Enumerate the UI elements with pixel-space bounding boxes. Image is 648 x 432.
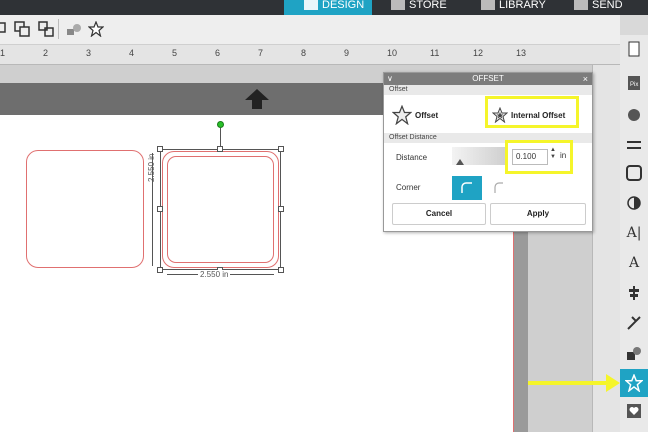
rotate-handle[interactable] [217,121,224,128]
shape-icon[interactable] [66,21,82,37]
ruler-number: 2 [43,48,49,58]
distance-label: Distance [396,153,428,162]
ruler-number: 10 [387,48,398,58]
send-icon [574,0,588,10]
ruler-number: 12 [473,48,484,58]
sketch-icon[interactable] [624,163,644,183]
height-dimension-label: 2.550 in [147,153,156,182]
toolbar-divider [58,19,59,39]
close-icon[interactable]: × [583,73,588,85]
corner-label: Corner [396,183,421,192]
right-tool-panel: Pix A| A [620,35,648,432]
ruler-number: 4 [129,48,135,58]
tab-library[interactable]: LIBRARY [475,0,555,15]
ruler-number: 11 [430,48,440,58]
corner-row: Corner [384,173,592,203]
resize-handle-r[interactable] [278,206,284,212]
ruler-number: 8 [301,48,307,58]
tab-send[interactable]: SEND [568,0,648,15]
sharp-corner-icon [494,182,503,193]
annotation-arrow-head [606,374,620,392]
slider-thumb[interactable] [456,159,464,165]
ruler-number: 9 [344,48,350,58]
resize-handle-tr[interactable] [278,146,284,152]
offset-section-label: Offset [384,85,592,95]
corner-sharp-button[interactable] [488,176,512,200]
highlight-internal-offset [485,96,579,128]
fill-palette-icon[interactable] [624,105,644,125]
tab-design[interactable]: DESIGN [284,0,372,15]
resize-handle-tl[interactable] [157,146,163,152]
width-dimension-label: 2.550 in [198,270,231,279]
rounded-square-left[interactable] [26,150,144,268]
resize-handle-bl[interactable] [157,267,163,273]
text-style-icon[interactable]: A| [624,223,644,243]
highlight-distance-input [505,140,573,174]
replicate-icon[interactable] [624,313,644,333]
text-path-icon[interactable]: A [624,253,644,273]
tab-library-label: LIBRARY [499,0,546,11]
ruler-number: 5 [172,48,178,58]
svg-text:Pix: Pix [630,82,638,88]
store-icon [391,0,405,10]
collapse-chevron-icon[interactable]: ∨ [387,73,393,85]
ungroup-icon[interactable] [0,21,10,37]
pixscan-icon[interactable]: Pix [624,73,644,93]
star-offset-icon [392,105,412,125]
library-icon [481,0,495,10]
modify-icon[interactable] [624,343,644,363]
cancel-button[interactable]: Cancel [392,203,486,225]
tab-store[interactable]: STORE [385,0,465,15]
ruler-number: 1 [0,48,6,58]
align-icon[interactable] [624,283,644,303]
feed-arrow-icon[interactable] [244,88,270,110]
resize-handle-l[interactable] [157,206,163,212]
ruler-number: 3 [86,48,92,58]
page-setup-icon[interactable] [624,39,644,59]
resize-handle-t[interactable] [217,146,223,152]
trace-icon[interactable] [624,401,644,421]
offset-option-label: Offset [415,110,439,120]
corner-round-button[interactable] [452,176,482,200]
apply-button[interactable]: Apply [490,203,586,225]
design-icon [304,0,318,10]
offset-panel-title: OFFSET [472,74,504,83]
top-nav-bar: DESIGN STORE LIBRARY SEND [0,0,648,15]
offset-panel-icon[interactable] [620,369,648,397]
top-ruler: 1 2 3 4 5 6 7 8 9 10 11 12 13 [0,45,620,65]
offset-star-icon[interactable] [88,21,104,37]
round-corner-icon [461,182,472,193]
ruler-number: 7 [258,48,264,58]
line-style-icon[interactable] [624,135,644,155]
tab-send-label: SEND [592,0,623,11]
transparency-icon[interactable] [624,193,644,213]
tab-design-label: DESIGN [322,0,365,11]
resize-handle-br[interactable] [278,267,284,273]
arrange-icon[interactable] [38,21,54,37]
toolbar [0,15,620,45]
annotation-arrow-line [528,381,610,385]
offset-option[interactable]: Offset [392,105,438,125]
selection-box [160,149,281,270]
ruler-number: 13 [516,48,527,58]
group-icon[interactable] [14,21,30,37]
offset-panel-header: ∨ OFFSET × [384,73,592,85]
tab-store-label: STORE [409,0,447,11]
ruler-number: 6 [215,48,221,58]
offset-button-row: Cancel Apply [384,203,592,231]
